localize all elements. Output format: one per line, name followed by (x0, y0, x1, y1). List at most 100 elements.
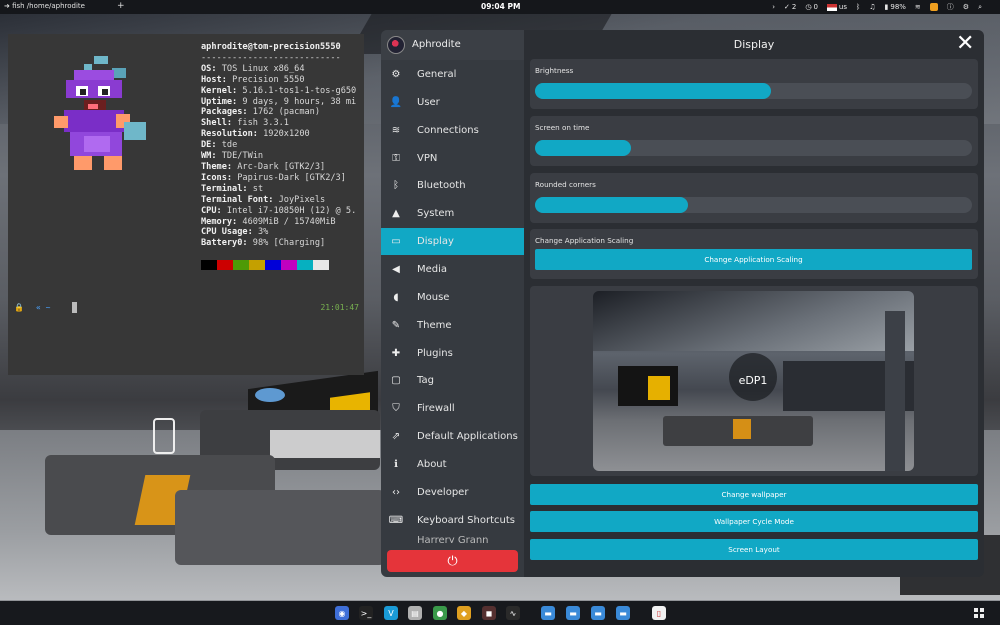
monitor-preview[interactable]: eDP1 (593, 291, 914, 471)
rounded-corners-card: Rounded corners (530, 173, 978, 223)
close-button[interactable]: ✕ (956, 30, 974, 58)
logo-pixel (102, 89, 108, 95)
logo-pixel (94, 56, 108, 64)
sidebar-item-connections[interactable]: ≋ Connections (381, 117, 524, 144)
sidebar-item-theme[interactable]: ✎ Theme (381, 312, 524, 339)
settings-tray-icon[interactable]: ⚙ (963, 3, 969, 11)
browser-icon[interactable]: ◉ (335, 606, 349, 620)
new-window-button[interactable]: + (117, 1, 125, 11)
clock[interactable]: 09:04 PM (481, 2, 520, 11)
folder-icon-4[interactable]: ▬ (616, 606, 630, 620)
rounded-corners-slider[interactable] (535, 197, 972, 213)
sidebar-item-general[interactable]: ⚙ General (381, 61, 524, 88)
preview-throw (733, 419, 751, 439)
scaling-label: Change Application Scaling (535, 236, 634, 245)
sidebar-item-system[interactable]: ▲ System (381, 200, 524, 227)
info-line: Battery0: 98% [Charging] (201, 238, 361, 249)
game-icon[interactable]: ◆ (457, 606, 471, 620)
rounded-corners-slider-fill (535, 197, 688, 213)
wallpaper-cycle-mode-button[interactable]: Wallpaper Cycle Mode (530, 511, 978, 532)
folder-icon-2[interactable]: ▬ (566, 606, 580, 620)
active-window-title[interactable]: ➜ fish /home/aphrodite (4, 2, 85, 10)
preview-pillar (885, 311, 905, 471)
sidebar-item-label: Default Applications (417, 431, 518, 443)
info-value: 3% (257, 227, 269, 238)
keyboard-layout-indicator[interactable]: us (826, 3, 848, 11)
sidebar-item-developer[interactable]: ‹› Developer (381, 479, 524, 506)
sidebar-item-tag[interactable]: ▢ Tag (381, 367, 524, 394)
sidebar-item-mouse[interactable]: ◖ Mouse (381, 284, 524, 311)
sidebar-item-bluetooth[interactable]: ᛒ Bluetooth (381, 172, 524, 199)
info-line: Terminal: st (201, 184, 361, 195)
vscode-icon[interactable]: V (384, 606, 398, 620)
music-icon[interactable]: ♫ (869, 3, 875, 11)
tag-icon: ▢ (391, 375, 401, 387)
sidebar-item-vpn[interactable]: ⚿ VPN (381, 145, 524, 172)
sidebar-item-label: Plugins (417, 347, 453, 359)
wifi-tray-icon[interactable]: ≋ (915, 3, 921, 11)
folder-icon-1[interactable]: ▬ (541, 606, 555, 620)
user-host: aphrodite@tom-precision5550 (201, 42, 341, 52)
preview-artwork-accent (648, 376, 670, 400)
chevron-right-icon[interactable]: › (772, 3, 775, 11)
sidebar-item-keyboard-shortcuts[interactable]: ⌨ Keyboard Shortcuts (381, 507, 524, 534)
info-value: st (252, 183, 264, 194)
info-key: Packages: (201, 107, 248, 118)
sidebar-item-display[interactable]: ▭ Display (381, 228, 524, 256)
sidebar-item-user[interactable]: 👤 User (381, 89, 524, 116)
logo-pixel (112, 68, 126, 78)
palette-swatch (201, 260, 217, 270)
info-key: Terminal Font: (201, 194, 274, 205)
power-button[interactable]: ⏻ (387, 550, 518, 572)
palette-swatch (249, 260, 265, 270)
info-tray-icon[interactable]: ⓘ (947, 2, 954, 12)
search-icon[interactable]: ⌕ (978, 3, 982, 12)
info-value: JoyPixels (278, 194, 326, 205)
terminal-icon[interactable]: >_ (359, 606, 373, 620)
app-green-icon[interactable]: ● (433, 606, 447, 620)
notification-app-icon[interactable] (929, 3, 938, 11)
shell-prompt[interactable]: 🔒 « ~ 21:01:47 (14, 302, 359, 315)
info-line: Memory: 4609MiB / 15740MiB (201, 217, 361, 228)
tasks-count: 2 (791, 3, 797, 11)
sidebar-item-plugins[interactable]: ✚ Plugins (381, 340, 524, 367)
keyboard-layout-label: us (838, 3, 848, 11)
lock-icon: 🔒 (14, 303, 24, 312)
terminal-window[interactable]: aphrodite@tom-precision5550 ------------… (8, 34, 364, 375)
folder-icon-3[interactable]: ▬ (591, 606, 605, 620)
shield-icon: ⛉ (392, 403, 400, 415)
screen-layout-button[interactable]: Screen Layout (530, 539, 978, 560)
files-icon[interactable]: ▤ (408, 606, 422, 620)
app-launcher-icon[interactable] (974, 608, 984, 618)
sidebar-item-default-applications[interactable]: ⇗ Default Applications (381, 423, 524, 450)
info-key: OS: (201, 63, 217, 74)
bluetooth-tray-icon[interactable]: ᛒ (856, 3, 860, 11)
brightness-slider[interactable] (535, 83, 972, 99)
change-scaling-button[interactable]: Change Application Scaling (535, 249, 972, 270)
top-panel: ➜ fish /home/aphrodite + 09:04 PM › ✓ 2 ◷… (0, 0, 1000, 14)
sidebar-item-partial[interactable]: Harrery Grann (417, 535, 489, 543)
puzzle-icon: ✚ (391, 347, 401, 359)
open-external-icon: ⇗ (391, 431, 401, 443)
tasks-indicator[interactable]: ✓ 2 (784, 3, 796, 11)
monitor-app-icon[interactable]: ∿ (506, 606, 520, 620)
timer-indicator[interactable]: ◷ 0 (805, 3, 818, 11)
rounded-corners-label: Rounded corners (535, 180, 596, 189)
app-red-icon[interactable]: ◼ (482, 606, 496, 620)
text-cursor (72, 302, 77, 313)
battery-indicator[interactable]: ▮ 98% (885, 3, 906, 11)
info-key: Battery0: (201, 238, 248, 249)
info-line: Shell: fish 3.3.1 (201, 118, 361, 129)
change-wallpaper-button[interactable]: Change wallpaper (530, 484, 978, 505)
display-settings-panel: Display ✕ Brightness Screen on time Roun… (524, 30, 984, 577)
preview-ceiling (593, 291, 914, 351)
sidebar-item-firewall[interactable]: ⛉ Firewall (381, 395, 524, 422)
screen-on-time-slider[interactable] (535, 140, 972, 156)
document-icon[interactable]: ▯ (652, 606, 666, 620)
info-key: CPU: (201, 205, 222, 216)
sidebar-item-media[interactable]: ◀ Media (381, 256, 524, 283)
avatar[interactable] (387, 36, 405, 54)
palette-swatch (233, 260, 249, 270)
sidebar-item-about[interactable]: ℹ About (381, 451, 524, 478)
sidebar-item-label: Connections (417, 124, 479, 136)
